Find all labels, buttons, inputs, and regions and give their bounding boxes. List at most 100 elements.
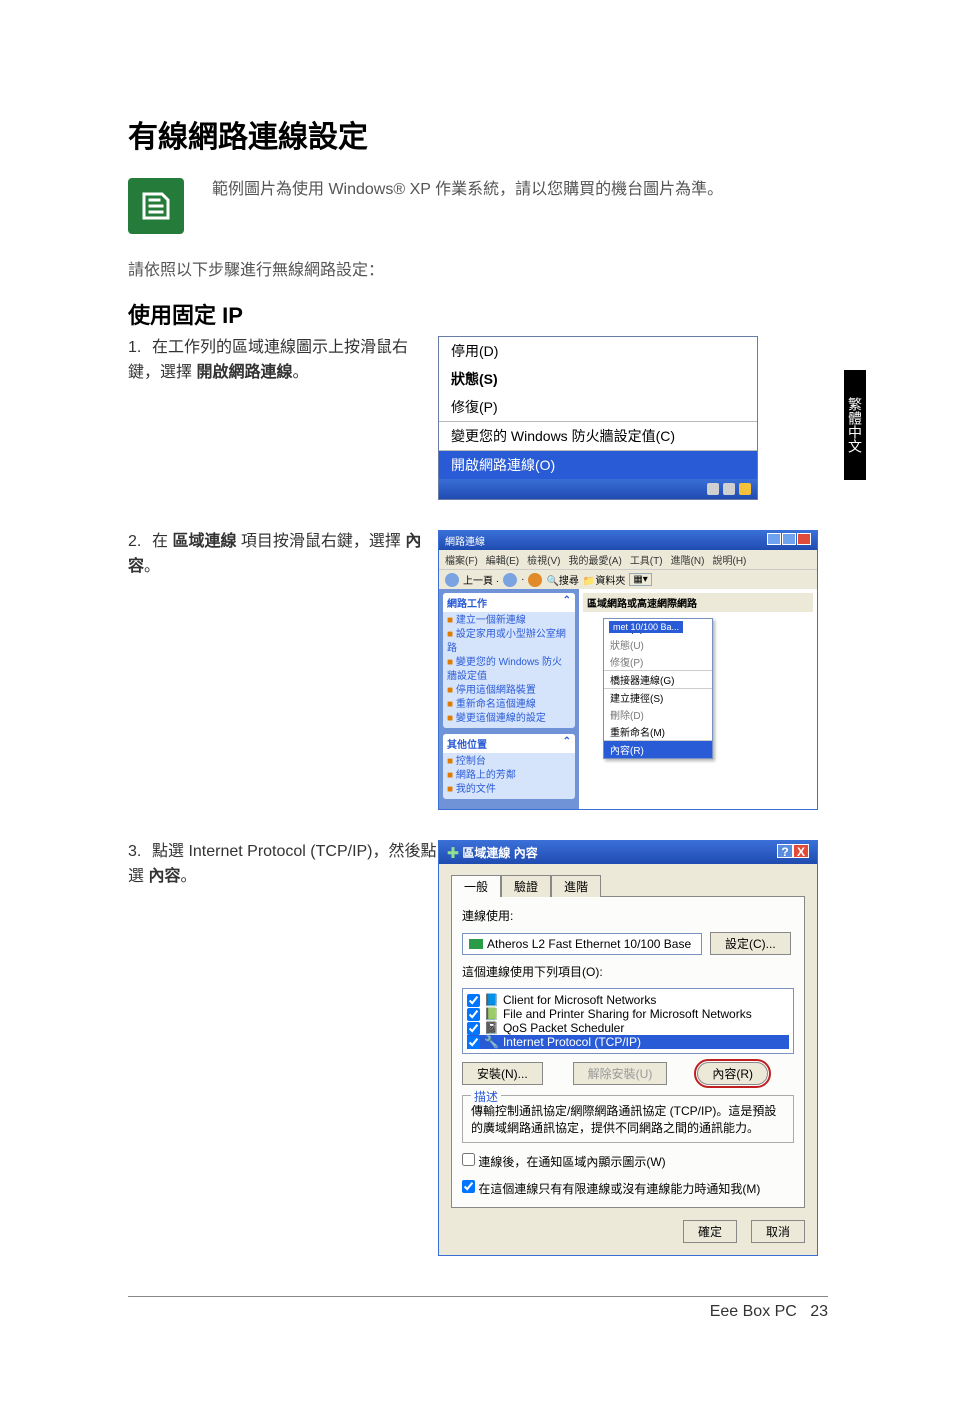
collapse-icon[interactable]: ⌃ <box>563 595 571 610</box>
menu-item-disable[interactable]: 停用(D) <box>439 337 757 365</box>
note-block: 範例圖片為使用 Windows® XP 作業系統，請以您購買的機台圖片為準。 <box>128 178 828 234</box>
task-link[interactable]: 停用這個網路裝置 <box>447 684 571 698</box>
step-number: 1. <box>128 336 152 361</box>
maximize-button[interactable] <box>782 533 796 545</box>
tab-adv[interactable]: 進階 <box>551 875 601 897</box>
step-3: 3.點選 Internet Protocol (TCP/IP)，然後點選 內容。… <box>128 840 828 1256</box>
view-button[interactable]: ▦▾ <box>629 573 651 586</box>
ctx-shortcut[interactable]: 建立捷徑(S) <box>604 689 712 706</box>
step-2: 2.在 區域連線 項目按滑鼠右鍵，選擇 內容。 網路連線 檔案(F) 編輯(E) 檢… <box>128 530 828 810</box>
minimize-button[interactable] <box>767 533 781 545</box>
ctx-rename[interactable]: 重新命名(M) <box>604 723 712 740</box>
dialog-titlebar: ✚ 區域連線 內容 ?X <box>439 841 817 864</box>
toolbar: 上一頁 · · 🔍搜尋 📁資料夾 ▦▾ <box>439 569 817 589</box>
section-heading: 使用固定 IP <box>128 298 828 330</box>
intro-text: 請依照以下步驟進行無線網路設定： <box>128 256 828 280</box>
uninstall-button: 解除安裝(U) <box>573 1062 668 1085</box>
list-item[interactable]: 📗File and Printer Sharing for Microsoft … <box>467 1007 789 1021</box>
ok-button[interactable]: 確定 <box>683 1220 737 1243</box>
description-text: 傳輸控制通訊協定/網際網路通訊協定 (TCP/IP)。這是預設的廣域網路通訊協定… <box>471 1102 785 1136</box>
side-panel: 網路工作 ⌃ 建立一個新連線 設定家用或小型辦公室網路 變更您的 Windows … <box>439 589 579 809</box>
menu-file[interactable]: 檔案(F) <box>445 556 478 567</box>
config-button[interactable]: 設定(C)... <box>710 932 791 955</box>
menu-adv[interactable]: 進階(N) <box>671 556 705 567</box>
step-2-text: 2.在 區域連線 項目按滑鼠右鍵，選擇 內容。 <box>128 530 438 580</box>
description-group: 描述 傳輸控制通訊協定/網際網路通訊協定 (TCP/IP)。這是預設的廣域網路通… <box>462 1095 794 1143</box>
tabs: 一般驗證進階 <box>451 874 805 896</box>
menu-item-repair[interactable]: 修復(P) <box>439 393 757 421</box>
tasks-panel: 網路工作 ⌃ 建立一個新連線 設定家用或小型辦公室網路 變更您的 Windows … <box>443 593 575 728</box>
panel-header: 網路工作 <box>447 595 487 610</box>
page-title: 有線網路連線設定 <box>128 112 828 156</box>
step-number: 3. <box>128 840 152 865</box>
task-link[interactable]: 變更這個連線的設定 <box>447 712 571 726</box>
place-link[interactable]: 網路上的芳鄰 <box>447 769 571 783</box>
screenshot-3-properties-dialog: ✚ 區域連線 內容 ?X 一般驗證進階 連線使用: Atheros L2 Fas… <box>438 840 818 1256</box>
close-button[interactable]: X <box>793 844 809 858</box>
task-link[interactable]: 建立一個新連線 <box>447 614 571 628</box>
side-tab: 繁體中文 <box>844 370 866 480</box>
task-link[interactable]: 重新命名這個連線 <box>447 698 571 712</box>
show-icon-checkbox[interactable]: 連線後，在通知區域內顯示圖示(W) <box>462 1155 666 1169</box>
device-label: met 10/100 Ba... <box>609 621 683 633</box>
list-item[interactable]: 📓QoS Packet Scheduler <box>467 1021 789 1035</box>
menubar: 檔案(F) 編輯(E) 檢視(V) 我的最愛(A) 工具(T) 進階(N) 說明(H) <box>439 550 817 569</box>
install-button[interactable]: 安裝(N)... <box>462 1062 543 1085</box>
dialog-title: 區域連線 內容 <box>462 846 537 860</box>
menu-fav[interactable]: 我的最愛(A) <box>568 556 621 567</box>
components-list: 📘Client for Microsoft Networks 📗File and… <box>462 988 794 1054</box>
ctx-status[interactable]: 狀態(U) <box>604 636 712 653</box>
step-3-text: 3.點選 Internet Protocol (TCP/IP)，然後點選 內容。 <box>128 840 438 890</box>
up-icon[interactable] <box>528 573 542 587</box>
close-button[interactable] <box>797 533 811 545</box>
place-link[interactable]: 我的文件 <box>447 783 571 797</box>
help-button[interactable]: ? <box>777 844 793 858</box>
menu-view[interactable]: 檢視(V) <box>527 556 560 567</box>
folders-button[interactable]: 📁資料夾 <box>583 572 625 587</box>
menu-edit[interactable]: 編輯(E) <box>486 556 519 567</box>
menu-tools[interactable]: 工具(T) <box>630 556 663 567</box>
menu-item-firewall[interactable]: 變更您的 Windows 防火牆設定值(C) <box>439 421 757 450</box>
task-link[interactable]: 設定家用或小型辦公室網路 <box>447 628 571 656</box>
search-button[interactable]: 🔍搜尋 <box>546 572 578 587</box>
properties-button[interactable]: 內容(R) <box>697 1062 768 1085</box>
fwd-icon[interactable] <box>503 573 517 587</box>
checkbox[interactable] <box>467 1022 480 1035</box>
ctx-properties[interactable]: 內容(R) <box>604 741 712 758</box>
cancel-button[interactable]: 取消 <box>751 1220 805 1243</box>
page-footer: Eee Box PC 23 <box>128 1303 828 1321</box>
window-buttons <box>766 533 811 548</box>
menu-item-open-connections[interactable]: 開啟網路連線(O) <box>439 450 757 479</box>
list-item-tcpip[interactable]: 🔧Internet Protocol (TCP/IP) <box>467 1035 789 1049</box>
collapse-icon[interactable]: ⌃ <box>563 736 571 751</box>
notify-checkbox[interactable]: 在這個連線只有有限連線或沒有連線能力時通知我(M) <box>462 1182 760 1196</box>
step-1-text: 1.在工作列的區域連線圖示上按滑鼠右鍵，選擇 開啟網路連線。 <box>128 336 438 386</box>
tab-auth[interactable]: 驗證 <box>501 875 551 897</box>
footer-product: Eee Box PC <box>710 1303 797 1320</box>
ctx-delete[interactable]: 刪除(D) <box>604 706 712 723</box>
note-icon <box>128 178 184 234</box>
place-link[interactable]: 控制台 <box>447 755 571 769</box>
note-text: 範例圖片為使用 Windows® XP 作業系統，請以您購買的機台圖片為準。 <box>212 178 828 202</box>
menu-help[interactable]: 說明(H) <box>712 556 746 567</box>
tab-general[interactable]: 一般 <box>451 875 501 897</box>
panel-header: 其他位置 <box>447 736 487 751</box>
page-rule <box>128 1296 828 1297</box>
system-tray <box>439 479 757 499</box>
group-label: 描述 <box>471 1088 501 1105</box>
step-tail: 。 <box>292 364 308 381</box>
checkbox[interactable] <box>467 1008 480 1021</box>
screenshot-1-context-menu: 停用(D) 狀態(S) 修復(P) 變更您的 Windows 防火牆設定值(C)… <box>438 336 758 500</box>
checkbox[interactable] <box>467 1036 480 1049</box>
list-label: 這個連線使用下列項目(O): <box>462 963 794 980</box>
step-strong: 開啟網路連線 <box>196 364 292 381</box>
ctx-repair[interactable]: 修復(P) <box>604 653 712 670</box>
back-icon[interactable] <box>445 573 459 587</box>
step-number: 2. <box>128 530 152 555</box>
list-item[interactable]: 📘Client for Microsoft Networks <box>467 993 789 1007</box>
window-title: 網路連線 <box>445 533 485 548</box>
checkbox[interactable] <box>467 994 480 1007</box>
ctx-bridge[interactable]: 橋接器連線(G) <box>604 671 712 688</box>
menu-item-status[interactable]: 狀態(S) <box>439 365 757 393</box>
task-link[interactable]: 變更您的 Windows 防火牆設定值 <box>447 656 571 684</box>
